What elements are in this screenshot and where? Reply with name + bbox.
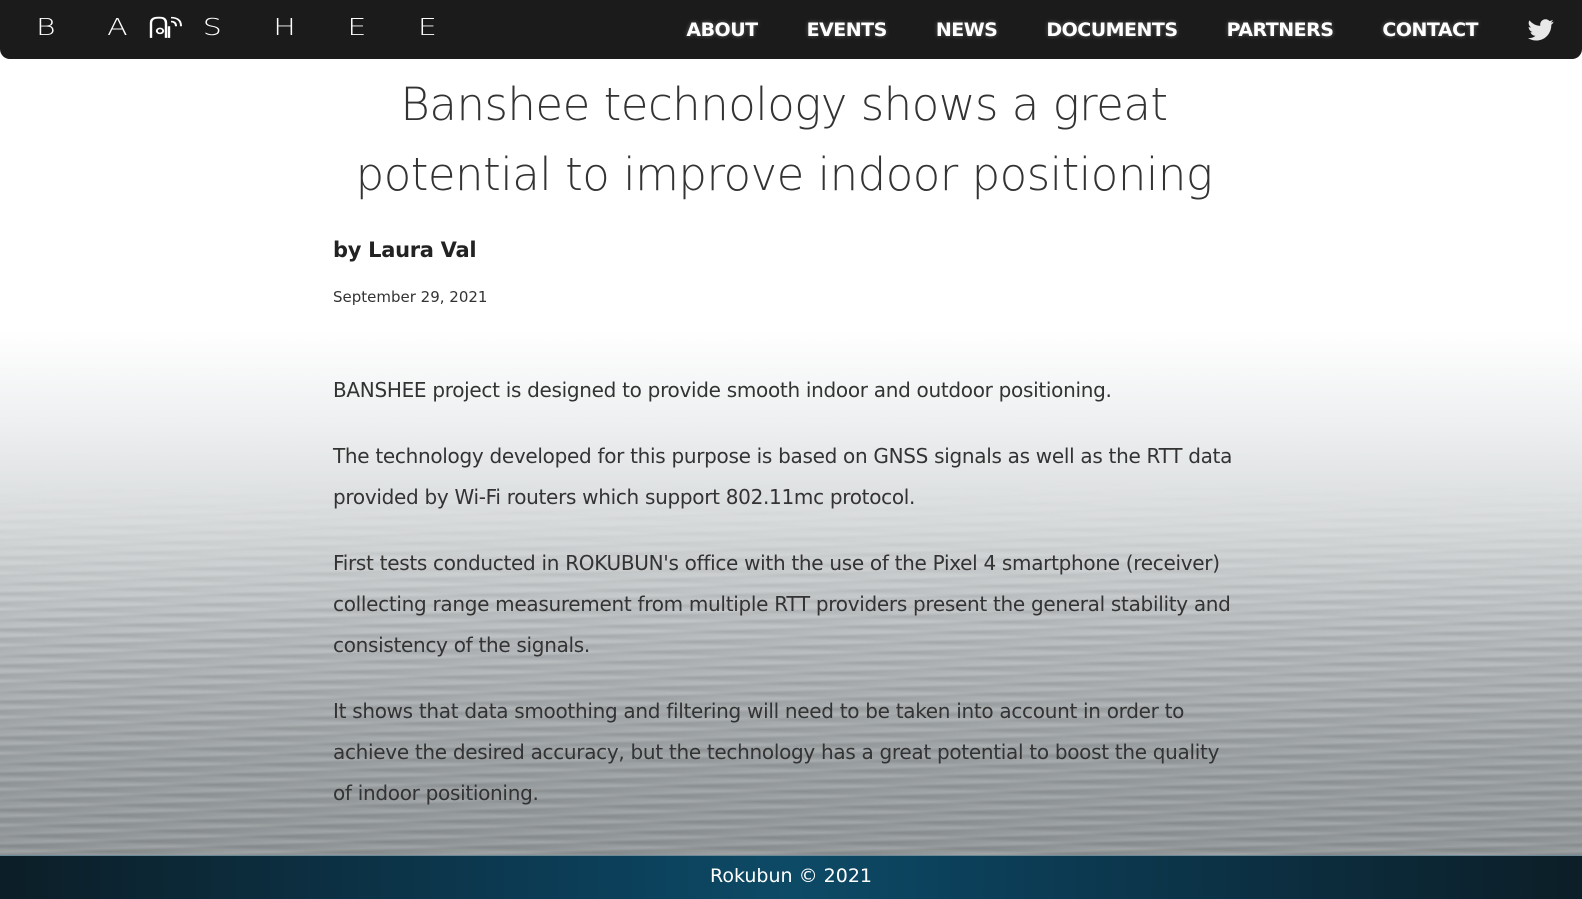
main-nav: ABOUT EVENTS NEWS DOCUMENTS PARTNERS CON… xyxy=(637,0,1582,59)
nav-link-about[interactable]: ABOUT xyxy=(686,19,758,41)
article-date: September 29, 2021 xyxy=(333,288,488,306)
article-author: by Laura Val xyxy=(333,238,477,262)
article-body: BANSHEE project is designed to provide s… xyxy=(333,370,1243,814)
article-paragraph: BANSHEE project is designed to provide s… xyxy=(333,378,1112,402)
nav-link-partners[interactable]: PARTNERS xyxy=(1227,19,1334,41)
top-navbar: B A S H E E ABOUT EVENTS NEWS DOCUMENTS … xyxy=(0,0,1582,59)
logo-text-end: S H E E xyxy=(202,13,458,41)
article: Banshee technology shows a great potenti… xyxy=(333,70,1243,839)
article-paragraph: It shows that data smoothing and filteri… xyxy=(333,699,1220,805)
nav-link-events[interactable]: EVENTS xyxy=(807,19,888,41)
nav-link-news[interactable]: NEWS xyxy=(936,19,998,41)
logo-wifi-pin-icon xyxy=(149,16,182,38)
logo-text-start: B A xyxy=(36,13,149,41)
banshee-logo[interactable]: B A S H E E xyxy=(36,13,458,41)
page-footer: Rokubun © 2021 xyxy=(0,855,1582,899)
article-title: Banshee technology shows a great potenti… xyxy=(355,78,1213,201)
article-paragraph: First tests conducted in ROKUBUN's offic… xyxy=(333,551,1231,657)
nav-link-documents[interactable]: DOCUMENTS xyxy=(1046,19,1178,41)
article-paragraph: The technology developed for this purpos… xyxy=(333,444,1233,509)
footer-copyright: Rokubun © 2021 xyxy=(709,864,872,887)
twitter-icon[interactable] xyxy=(1528,18,1554,41)
nav-link-contact[interactable]: CONTACT xyxy=(1382,19,1478,41)
